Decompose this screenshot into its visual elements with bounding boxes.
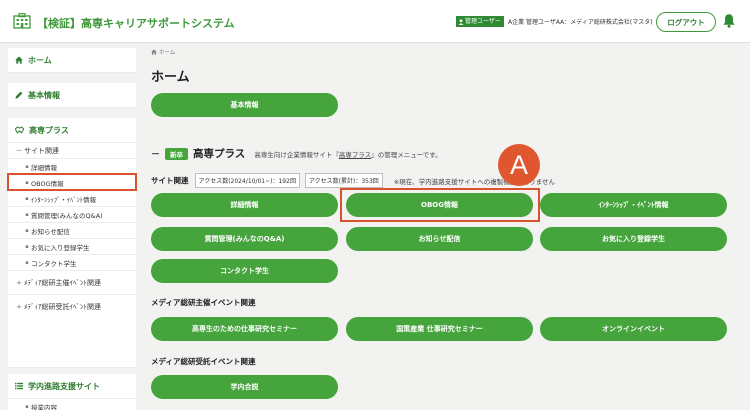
- app-header: 【検証】高専キャリアサポートシステム 管理ユーザー A企業 管理ユーザAA：メデ…: [0, 0, 750, 43]
- collapse-icon: －: [15, 146, 23, 155]
- page-title: ホーム: [151, 70, 190, 85]
- expand-icon: +: [16, 302, 22, 311]
- sidebar-item-kosen-plus[interactable]: 高専プラス: [8, 118, 136, 142]
- sidebar-item-label: お知らせ配信: [31, 227, 70, 236]
- favorite-students-button[interactable]: お気に入り登録学生: [540, 227, 727, 251]
- national-industry-seminar-button[interactable]: 国策産業 仕事研究セミナー: [346, 317, 533, 341]
- notice-button[interactable]: お知らせ配信: [346, 227, 533, 251]
- bullet-icon: ▪: [25, 259, 29, 266]
- kosen-plus-link[interactable]: 高専プラス: [339, 151, 371, 159]
- sidebar-item-obog[interactable]: ▪ OBOG情報: [7, 173, 137, 191]
- sidebar-kosen-plus-group: 高専プラス －サイト関連 ▪ 詳細情報 ▪ OBOG情報 ▪ ｲﾝﾀｰﾝｼｯﾌﾟ・ｲﾍ…: [7, 118, 137, 368]
- access-count-total: アクセス数(累計)：353回: [304, 173, 383, 188]
- bullet-icon: ▪: [25, 179, 29, 186]
- sidebar-item-contact[interactable]: ▪ コンタクト学生: [8, 254, 136, 270]
- section-description: 高専生向け企業情報サイト『高専プラス』の管理メニューです。: [254, 149, 441, 159]
- annotation-marker: A: [498, 144, 540, 186]
- role-badge-label: 管理ユーザー: [465, 18, 501, 25]
- description-text: 』の管理メニューです。: [371, 150, 442, 159]
- sidebar-item-favorites[interactable]: ▪ お気に入り登録学生: [8, 238, 136, 254]
- internship-event-button[interactable]: ｲﾝﾀｰﾝｼｯﾌﾟ・ｲﾍﾞﾝﾄ情報: [540, 193, 727, 217]
- sidebar-item-site-related[interactable]: －サイト関連: [8, 142, 136, 158]
- sidebar-item-label: サイト関連: [24, 146, 59, 155]
- media-event-heading: メディア総研主催イベント関連: [151, 298, 256, 307]
- sidebar-item-label: ﾒﾃﾞｨｱ総研受託ｲﾍﾞﾝﾄ関連: [24, 302, 101, 311]
- bullet-icon: ▪: [25, 243, 29, 250]
- role-badge: 管理ユーザー: [456, 16, 504, 27]
- contact-students-button[interactable]: コンタクト学生: [151, 259, 338, 283]
- sidebar-item-media-entrust[interactable]: + ﾒﾃﾞｨｱ総研受託ｲﾍﾞﾝﾄ関連: [8, 294, 136, 318]
- access-count-period: アクセス数(2024/10/01~)：192回: [194, 173, 300, 188]
- kosen-seminar-button[interactable]: 高専生のための仕事研究セミナー: [151, 317, 338, 341]
- building-icon: [13, 13, 31, 29]
- collapse-icon[interactable]: －: [151, 147, 160, 160]
- site-related-label: サイト関連: [151, 176, 189, 185]
- sidebar-item-basic-info[interactable]: 基本情報: [8, 83, 136, 108]
- bell-icon[interactable]: [722, 13, 736, 28]
- basic-info-button[interactable]: 基本情報: [151, 93, 338, 117]
- entrust-event-heading: メディア総研受託イベント関連: [151, 357, 256, 366]
- breadcrumb: ホーム: [151, 48, 175, 56]
- sidebar-campus-support-group: 学内進路支援サイト ▪ 授業内容: [8, 374, 136, 410]
- sidebar-item-label: ホーム: [28, 55, 52, 65]
- sidebar-item-campus-support[interactable]: 学内進路支援サイト: [8, 374, 136, 398]
- logout-button[interactable]: ログアウト: [656, 12, 716, 32]
- breadcrumb-item: ホーム: [159, 50, 176, 56]
- bullet-icon: ▪: [25, 195, 29, 202]
- sidebar-item-qa[interactable]: ▪ 質問管理(みんなのQ&A): [8, 206, 136, 222]
- bullet-icon: ▪: [25, 163, 29, 170]
- sidebar-item-label: 詳細情報: [31, 163, 57, 172]
- new-grad-tag: 新卒: [165, 147, 189, 160]
- sidebar-item-label: 基本情報: [28, 90, 60, 100]
- bullet-icon: ▪: [25, 403, 29, 410]
- sidebar-item-label: 質問管理(みんなのQ&A): [31, 211, 103, 220]
- sidebar-item-label: お気に入り登録学生: [31, 243, 90, 252]
- user-info: A企業 管理ユーザAA：メディア総研株式会社(マスタ): [508, 19, 653, 26]
- handshake-icon: [15, 126, 24, 134]
- site-related-row: サイト関連 アクセス数(2024/10/01~)：192回 アクセス数(累計)：…: [151, 173, 555, 188]
- user-icon: [458, 18, 464, 25]
- sidebar-item-label: ﾒﾃﾞｨｱ総研主催ｲﾍﾞﾝﾄ関連: [24, 278, 101, 287]
- sidebar-item-label: 高専プラス: [29, 125, 69, 135]
- home-icon[interactable]: [151, 49, 157, 55]
- sidebar-item-class-content[interactable]: ▪ 授業内容: [8, 398, 136, 410]
- highlight-box: [340, 188, 540, 222]
- sidebar-item-label: OBOG情報: [31, 179, 64, 188]
- section-title: 高専プラス: [193, 148, 246, 160]
- description-text: 高専生向け企業情報サイト『: [254, 150, 339, 159]
- sidebar-item-label: 授業内容: [31, 403, 57, 410]
- sidebar-item-label: 学内進路支援サイト: [28, 381, 100, 391]
- qa-management-button[interactable]: 質問管理(みんなのQ&A): [151, 227, 338, 251]
- sidebar-item-media-event[interactable]: + ﾒﾃﾞｨｱ総研主催ｲﾍﾞﾝﾄ関連: [8, 270, 136, 294]
- app-title[interactable]: 【検証】高専キャリアサポートシステム: [37, 15, 235, 31]
- sidebar-item-internship[interactable]: ▪ ｲﾝﾀｰﾝｼｯﾌﾟ・ｲﾍﾞﾝﾄ情報: [8, 190, 136, 206]
- online-event-button[interactable]: オンラインイベント: [540, 317, 727, 341]
- sidebar-item-label: コンタクト学生: [31, 259, 77, 268]
- section-header: － 新卒 高専プラス 高専生向け企業情報サイト『高専プラス』の管理メニューです。: [151, 146, 442, 161]
- sidebar-item-detail[interactable]: ▪ 詳細情報: [8, 158, 136, 174]
- expand-icon: +: [16, 278, 22, 287]
- sidebar-item-label: ｲﾝﾀｰﾝｼｯﾌﾟ・ｲﾍﾞﾝﾄ情報: [31, 195, 96, 204]
- bullet-icon: ▪: [25, 227, 29, 234]
- campus-briefing-button[interactable]: 学内合説: [151, 375, 338, 399]
- list-icon: [15, 382, 23, 390]
- pencil-icon: [15, 91, 23, 99]
- sidebar-item-notice[interactable]: ▪ お知らせ配信: [8, 222, 136, 238]
- sidebar-item-home[interactable]: ホーム: [8, 48, 136, 73]
- detail-info-button[interactable]: 詳細情報: [151, 193, 338, 217]
- bullet-icon: ▪: [25, 211, 29, 218]
- home-icon: [15, 56, 23, 64]
